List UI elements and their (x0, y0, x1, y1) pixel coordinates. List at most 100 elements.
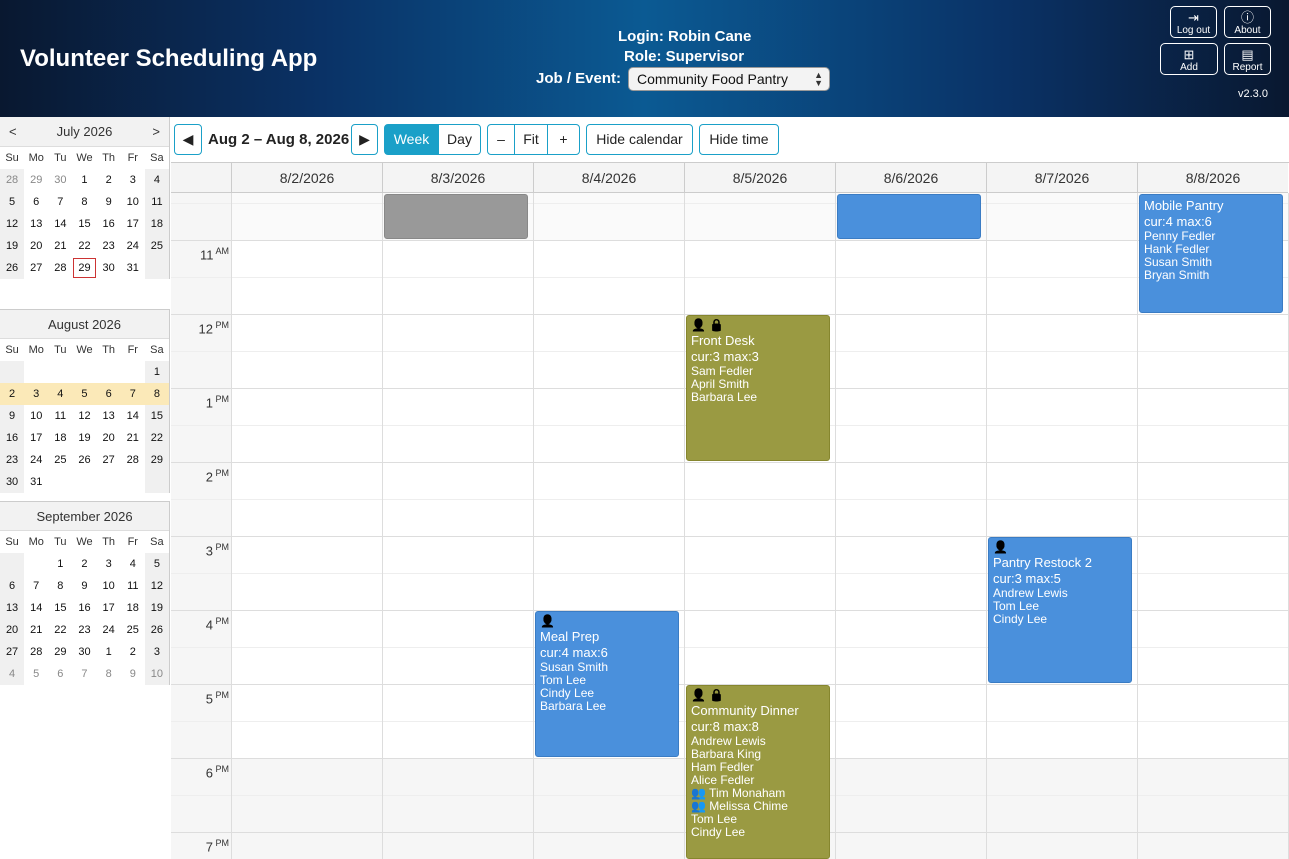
mini-day[interactable]: 17 (97, 597, 121, 619)
mini-day[interactable]: 4 (0, 663, 25, 685)
mini-day[interactable]: 27 (97, 449, 121, 471)
mini-day[interactable]: 12 (0, 213, 25, 235)
calendar-event[interactable]: Mobile Pantry cur:4 max:6 Penny Fedler Hank… (1139, 194, 1283, 313)
mini-day[interactable]: 1 (144, 361, 169, 383)
mini-day[interactable]: 2 (121, 641, 145, 663)
mini-day[interactable]: 12 (144, 575, 169, 597)
mini-day[interactable]: 15 (72, 213, 96, 235)
report-button[interactable]: ▤ Report (1224, 43, 1271, 75)
calendar-event[interactable] (384, 194, 528, 239)
mini-day[interactable]: 2 (97, 169, 121, 191)
mini-day[interactable]: 22 (72, 235, 96, 257)
calendar-event[interactable]: 👤 Meal Prep cur:4 max:6 Susan Smith Tom Lee… (535, 611, 679, 757)
zoom-out-button[interactable]: – (487, 124, 515, 155)
mini-day[interactable]: 21 (48, 235, 72, 257)
mini-day[interactable]: 24 (24, 449, 48, 471)
day-column-header[interactable]: 8/3/2026 (382, 163, 533, 193)
mini-day[interactable]: 21 (24, 619, 48, 641)
mini-day[interactable]: 20 (0, 619, 25, 641)
mini-day[interactable]: 26 (144, 619, 169, 641)
mini-day[interactable]: 31 (24, 471, 48, 493)
mini-day[interactable]: 23 (0, 449, 25, 471)
about-button[interactable]: ⓘ About (1224, 6, 1271, 38)
mini-day[interactable]: 10 (144, 663, 169, 685)
mini-day[interactable]: 30 (0, 471, 25, 493)
mini-day[interactable]: 13 (0, 597, 25, 619)
calendar-event[interactable]: 👤 🔒 Front Desk cur:3 max:3 Sam Fedler April … (686, 315, 830, 461)
mini-next-month-button[interactable]: > (152, 117, 160, 147)
mini-day[interactable]: 28 (0, 169, 25, 191)
mini-day[interactable]: 7 (48, 191, 72, 213)
mini-day[interactable]: 6 (0, 575, 25, 597)
prev-week-button[interactable]: ◀ (174, 124, 202, 155)
hide-calendar-button[interactable]: Hide calendar (586, 124, 693, 155)
mini-day[interactable]: 14 (121, 405, 145, 427)
mini-day[interactable]: 11 (48, 405, 72, 427)
mini-day[interactable]: 8 (48, 575, 72, 597)
mini-day[interactable]: 4 (121, 553, 145, 575)
mini-day[interactable]: 31 (121, 257, 145, 279)
mini-day[interactable]: 19 (0, 235, 25, 257)
week-view-button[interactable]: Week (384, 124, 439, 155)
mini-day[interactable]: 17 (24, 427, 48, 449)
mini-day[interactable]: 6 (96, 383, 121, 405)
day-column-header[interactable]: 8/4/2026 (533, 163, 684, 193)
mini-day[interactable]: 26 (72, 449, 96, 471)
mini-day[interactable]: 29 (48, 641, 72, 663)
mini-day[interactable]: 7 (120, 383, 145, 405)
job-event-select[interactable]: Community Food Pantry ▲ ▼ (628, 67, 830, 91)
mini-day[interactable]: 29 (144, 449, 169, 471)
mini-day[interactable]: 18 (144, 213, 169, 235)
mini-day[interactable]: 24 (121, 235, 145, 257)
day-column-header[interactable]: 8/6/2026 (835, 163, 986, 193)
mini-day[interactable]: 9 (97, 191, 121, 213)
mini-day[interactable]: 1 (48, 553, 72, 575)
mini-day[interactable]: 15 (144, 405, 169, 427)
day-column-header[interactable]: 8/2/2026 (231, 163, 382, 193)
calendar-event[interactable]: 👤 Pantry Restock 2 cur:3 max:5 Andrew Lewi… (988, 537, 1132, 683)
mini-day[interactable]: 9 (0, 405, 25, 427)
mini-day[interactable]: 23 (72, 619, 96, 641)
mini-day[interactable]: 30 (97, 257, 121, 279)
mini-day[interactable]: 1 (97, 641, 121, 663)
mini-day[interactable]: 5 (0, 191, 25, 213)
mini-day[interactable]: 28 (48, 257, 72, 279)
mini-day[interactable]: 7 (24, 575, 48, 597)
mini-day[interactable]: 16 (0, 427, 25, 449)
mini-day[interactable]: 5 (72, 383, 97, 405)
mini-day[interactable]: 9 (72, 575, 96, 597)
mini-day[interactable]: 20 (97, 427, 121, 449)
calendar-event[interactable]: 👤 🔒 Community Dinner cur:8 max:8 Andrew Lew… (686, 685, 830, 859)
mini-day[interactable]: 19 (72, 427, 96, 449)
mini-day[interactable]: 5 (24, 663, 48, 685)
mini-day[interactable]: 15 (48, 597, 72, 619)
hide-time-button[interactable]: Hide time (699, 124, 779, 155)
next-week-button[interactable]: ▶ (351, 124, 378, 155)
mini-day[interactable]: 21 (121, 427, 145, 449)
mini-day[interactable]: 27 (24, 257, 48, 279)
mini-day[interactable]: 13 (24, 213, 48, 235)
mini-day[interactable]: 8 (72, 191, 96, 213)
mini-day[interactable]: 19 (144, 597, 169, 619)
mini-day[interactable]: 9 (121, 663, 145, 685)
mini-day[interactable]: 22 (144, 427, 169, 449)
mini-day[interactable]: 24 (97, 619, 121, 641)
day-view-button[interactable]: Day (438, 124, 481, 155)
mini-day[interactable]: 25 (144, 235, 169, 257)
mini-day[interactable]: 3 (24, 383, 49, 405)
mini-day[interactable]: 3 (121, 169, 145, 191)
day-column-header[interactable]: 8/8/2026 (1137, 163, 1288, 193)
mini-day[interactable]: 12 (72, 405, 96, 427)
mini-day[interactable]: 2 (0, 383, 25, 405)
mini-day[interactable]: 14 (24, 597, 48, 619)
mini-day[interactable]: 29 (72, 257, 96, 279)
mini-day[interactable]: 5 (144, 553, 169, 575)
mini-day[interactable]: 17 (121, 213, 145, 235)
mini-day[interactable]: 3 (97, 553, 121, 575)
mini-day[interactable]: 8 (97, 663, 121, 685)
zoom-in-button[interactable]: + (547, 124, 580, 155)
mini-day[interactable]: 29 (24, 169, 48, 191)
mini-day[interactable]: 25 (48, 449, 72, 471)
day-column-header[interactable]: 8/7/2026 (986, 163, 1137, 193)
mini-day[interactable]: 14 (48, 213, 72, 235)
